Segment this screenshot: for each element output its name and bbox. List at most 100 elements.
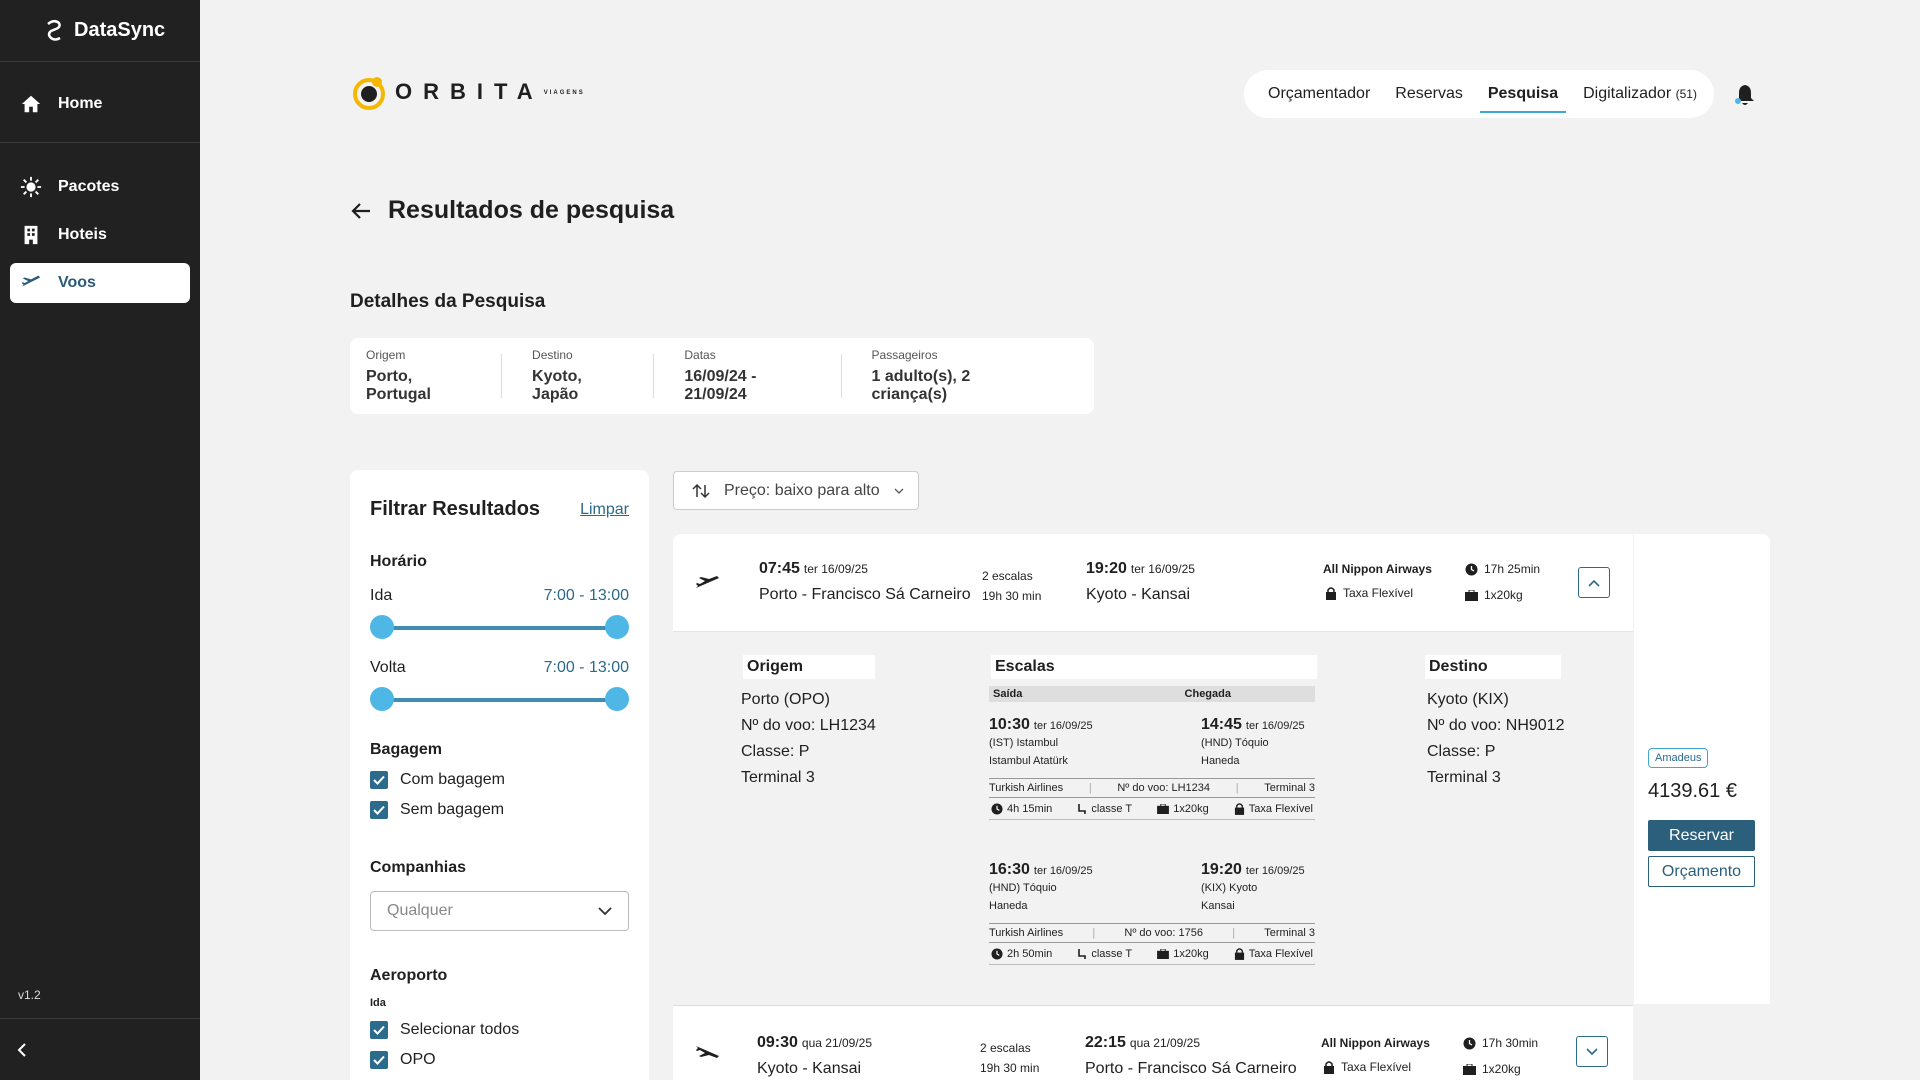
total-duration: 19h 30 min: [982, 589, 1042, 603]
reservar-button[interactable]: Reservar: [1648, 820, 1755, 851]
sidebar-item-voos[interactable]: Voos: [10, 263, 190, 303]
segment-arr-date: ter 16/09/25: [1245, 720, 1305, 732]
tab-pesquisa[interactable]: Pesquisa: [1479, 77, 1567, 113]
origem-heading: Origem: [743, 655, 875, 679]
sidebar-item-label: Pacotes: [58, 178, 120, 195]
clear-filters-link[interactable]: Limpar: [580, 501, 629, 519]
departure-date: qua 21/09/25: [801, 1036, 872, 1050]
bell-icon: [1735, 85, 1754, 105]
selecionar-todos-checkbox[interactable]: Selecionar todos: [370, 1021, 629, 1039]
orbita-logo-icon: [353, 77, 385, 110]
logo-text: ORBITA: [395, 79, 544, 104]
sem-bagagem-checkbox[interactable]: Sem bagagem: [370, 801, 629, 819]
flight-card-outbound[interactable]: 07:45 ter 16/09/25 Porto - Francisco Sá C…: [673, 534, 1633, 632]
datasync-logo-icon: [47, 19, 61, 41]
slider-min-handle[interactable]: [370, 615, 394, 639]
destino-airport: Kyoto (KIX): [1427, 691, 1509, 708]
checkbox-checked: [370, 1021, 388, 1039]
segment-arr-airport: Kansai: [1201, 900, 1235, 912]
origem-flight: Nº do voo: LH1234: [741, 717, 876, 734]
companhias-select[interactable]: Qualquer: [370, 891, 629, 931]
seat-icon: [1078, 948, 1087, 959]
tab-orcamentador[interactable]: Orçamentador: [1268, 77, 1370, 111]
home-icon: [21, 95, 41, 113]
sidebar-item-home[interactable]: Home: [10, 84, 190, 124]
slider-max-handle[interactable]: [605, 615, 629, 639]
sort-label: Preço: baixo para alto: [724, 481, 880, 499]
arrival-time: 19:20: [1086, 560, 1127, 577]
select-value: Qualquer: [387, 902, 453, 919]
sort-arrows-icon: [692, 483, 710, 498]
sidebar-item-label: Home: [58, 95, 103, 112]
arrival: 22:15 qua 21/09/25 Porto - Francisco Sá C…: [1085, 1034, 1297, 1078]
segment-dep-airport: Istambul Atatürk: [989, 755, 1068, 767]
check-icon: [373, 775, 385, 785]
brand[interactable]: DataSync: [0, 0, 200, 62]
sidebar-item-hoteis[interactable]: Hoteis: [10, 215, 190, 255]
search-origem-value: Porto, Portugal: [366, 368, 431, 403]
stop-segment-2: 16:30 ter 16/09/25 (HND) Tóquio Haneda 19…: [989, 861, 1315, 965]
baggage: 1x20kg: [1465, 588, 1523, 602]
page-title-row: Resultados de pesquisa: [350, 196, 674, 225]
clock-icon: [1465, 563, 1478, 575]
fare-label: Taxa Flexível: [1343, 586, 1414, 600]
arrival-time: 22:15: [1085, 1034, 1126, 1051]
destino-heading: Destino: [1425, 655, 1561, 679]
clock-icon: [991, 802, 1003, 815]
origem-airport: Porto (OPO): [741, 691, 830, 708]
destino-terminal: Terminal 3: [1427, 769, 1501, 786]
chevron-down-icon: [598, 907, 612, 915]
ida-time-slider[interactable]: [370, 615, 629, 639]
tab-reservas[interactable]: Reservas: [1395, 77, 1463, 111]
flight-card-return[interactable]: 09:30 qua 21/09/25 Kyoto - Kansai 2 escal…: [673, 1005, 1633, 1080]
segment-extras: 4h 15min classe T 1x20kg Taxa Flexível: [989, 798, 1315, 820]
origem-details: Porto (OPO) Nº do voo: LH1234 Classe: P …: [741, 687, 876, 791]
sidebar: DataSync Home Pacotes Hoteis Voos v1.2: [0, 0, 200, 1080]
search-destino: Destino Kyoto, Japão: [532, 348, 655, 403]
airline-name: All Nippon Airways: [1323, 562, 1432, 576]
price: 4139.61 €: [1648, 780, 1737, 802]
building-icon: [24, 225, 38, 245]
segment-duration: 4h 15min: [1007, 802, 1053, 815]
slider-min-handle[interactable]: [370, 687, 394, 711]
checkbox-label: OPO: [400, 1051, 436, 1068]
segment-arr-place: (KIX) Kyoto: [1201, 882, 1258, 894]
baggage-value: 1x20kg: [1484, 588, 1523, 602]
orcamento-button[interactable]: Orçamento: [1648, 856, 1755, 887]
filter-title: Filtrar Resultados: [370, 498, 541, 520]
chevron-down-icon: [894, 488, 904, 494]
volta-time-slider[interactable]: [370, 687, 629, 711]
departure: 09:30 qua 21/09/25 Kyoto - Kansai: [757, 1034, 872, 1078]
sidebar-item-pacotes[interactable]: Pacotes: [10, 167, 190, 207]
segment-arr-time: 19:20: [1201, 861, 1242, 878]
collapse-details-button[interactable]: [1578, 567, 1610, 598]
com-bagagem-checkbox[interactable]: Com bagagem: [370, 771, 629, 789]
segment-header: Saída Chegada: [989, 686, 1315, 702]
lock-icon: [1324, 1061, 1334, 1074]
segment-times: 16:30 ter 16/09/25 (HND) Tóquio Haneda 19…: [989, 861, 1315, 915]
opo-checkbox[interactable]: OPO: [370, 1051, 629, 1069]
search-datas: Datas 16/09/24 - 21/09/24: [684, 348, 842, 403]
clock-icon: [1463, 1037, 1476, 1049]
lock-icon: [1234, 948, 1244, 960]
collapse-sidebar-button[interactable]: [0, 1018, 200, 1080]
back-arrow-icon[interactable]: [350, 201, 372, 221]
sort-select[interactable]: Preço: baixo para alto: [673, 471, 919, 510]
destino-class: Classe: P: [1427, 743, 1496, 760]
tab-digitalizador[interactable]: Digitalizador (51): [1583, 77, 1697, 111]
expand-details-button[interactable]: [1576, 1036, 1608, 1067]
stops-count: 2 escalas: [982, 569, 1033, 583]
aeroporto-heading: Aeroporto: [370, 967, 448, 984]
segment-class: classe T: [1091, 947, 1133, 960]
slider-max-handle[interactable]: [605, 687, 629, 711]
price-panel: [1634, 534, 1770, 1004]
notifications-button[interactable]: [1734, 83, 1756, 112]
segment-arr-place: (HND) Tóquio: [1201, 737, 1269, 749]
segment-fare: Taxa Flexível: [1248, 802, 1313, 815]
checkbox-label: Sem bagagem: [400, 801, 505, 818]
top-navigation: Orçamentador Reservas Pesquisa Digitaliz…: [1244, 70, 1714, 118]
segment-terminal: Terminal 3: [1264, 927, 1315, 939]
ida-range: 7:00 - 13:00: [543, 587, 629, 604]
segment-dep-time: 10:30: [989, 716, 1030, 733]
segment-duration: 2h 50min: [1007, 947, 1053, 960]
